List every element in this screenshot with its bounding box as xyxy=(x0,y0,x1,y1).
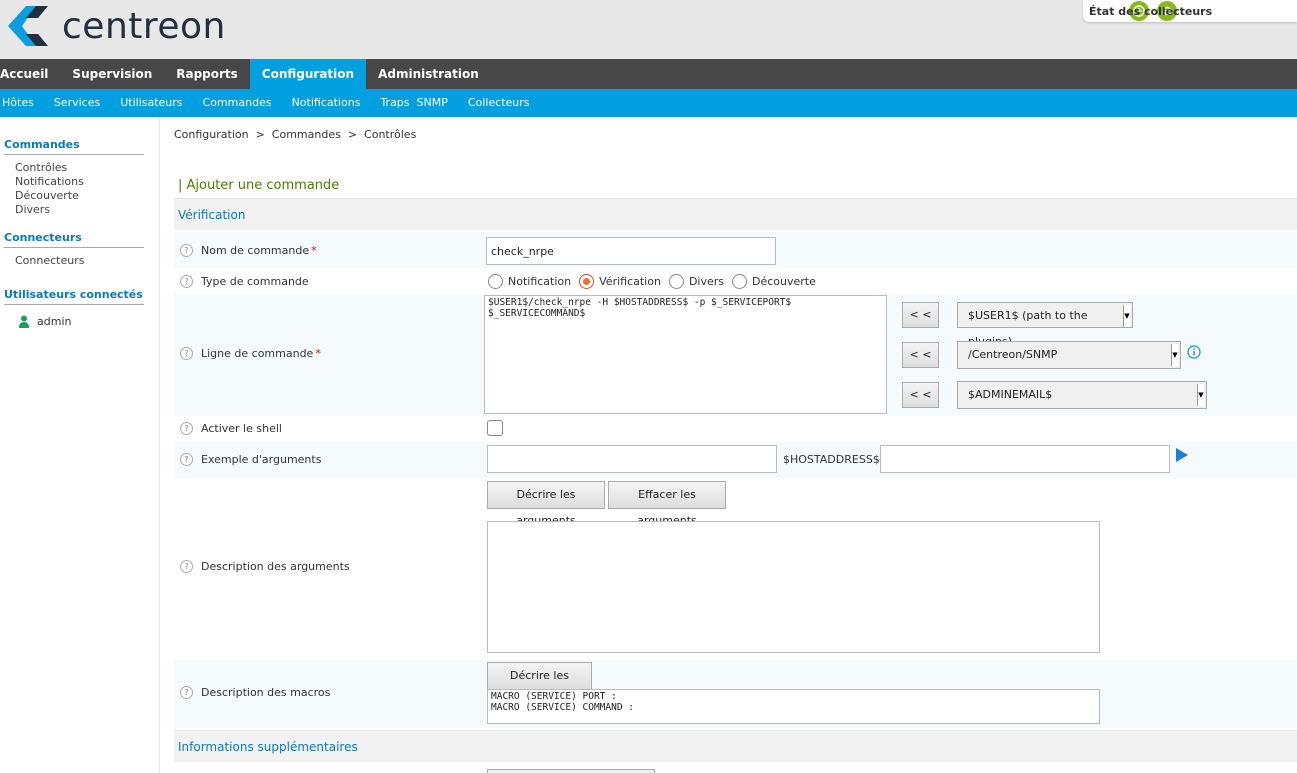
subnav-collecteurs[interactable]: Collecteurs xyxy=(458,89,540,117)
row-command-type: ? Type de commande Notification Vérifica… xyxy=(174,268,1297,294)
section-extra-info: Informations supplémentaires xyxy=(174,730,1297,762)
centreon-logo[interactable]: centreon xyxy=(4,4,226,48)
args-description-label: ? Description des arguments xyxy=(180,560,350,573)
radio-button-selected[interactable] xyxy=(579,274,595,289)
sidebar-item-decouverte[interactable]: Découverte xyxy=(15,189,159,203)
args-description-textarea[interactable] xyxy=(487,521,1100,653)
subnav-notifications[interactable]: Notifications xyxy=(282,89,371,117)
radio-verification[interactable]: Vérification xyxy=(579,274,661,289)
header: centreon État des collecteurs xyxy=(0,0,1297,59)
args-example-input[interactable] xyxy=(487,445,777,473)
command-line-textarea[interactable]: $USER1$/check_nrpe -H $HOSTADDRESS$ -p $… xyxy=(484,295,887,414)
sidebar-item-controles[interactable]: Contrôles xyxy=(15,161,159,175)
section-verification: Vérification xyxy=(174,198,1297,230)
connected-user: admin xyxy=(18,315,159,328)
required-mark: * xyxy=(311,244,317,257)
command-name-input[interactable] xyxy=(486,237,776,265)
macros-description-label: ? Description des macros xyxy=(180,686,330,699)
main-nav: Accueil Supervision Rapports Configurati… xyxy=(0,59,1297,89)
sidebar: Commandes Contrôles Notifications Découv… xyxy=(0,117,160,773)
chevron-down-icon: ▼ xyxy=(1123,305,1130,327)
chevron-down-icon: ▼ xyxy=(1197,384,1204,406)
insert-user-macro-button[interactable]: < < xyxy=(902,302,939,328)
page-title: | Ajouter une commande xyxy=(178,178,340,193)
connected-user-name: admin xyxy=(37,315,72,328)
required-mark: * xyxy=(315,347,321,360)
chevron-down-icon: ▼ xyxy=(1171,344,1178,366)
help-icon[interactable]: ? xyxy=(180,244,193,257)
help-icon[interactable]: ? xyxy=(180,560,193,573)
plugin-select[interactable]: /Centreon/SNMP ▼ xyxy=(957,341,1181,369)
args-example-label: ? Exemple d'arguments xyxy=(180,453,321,466)
radio-button[interactable] xyxy=(488,274,503,289)
nav-rapports[interactable]: Rapports xyxy=(164,59,250,89)
poller-status-label: État des collecteurs xyxy=(1089,4,1213,18)
help-icon[interactable]: ? xyxy=(180,275,193,288)
row-macros-description: Décrire les marcros ? Description des ma… xyxy=(174,660,1297,728)
sidebar-heading-users: Utilisateurs connectés xyxy=(4,288,144,305)
centreon-c-icon xyxy=(8,6,48,46)
subnav-commandes[interactable]: Commandes xyxy=(193,89,282,117)
enable-shell-checkbox[interactable] xyxy=(487,420,503,436)
user-icon xyxy=(19,315,29,328)
sidebar-heading-connecteurs: Connecteurs xyxy=(4,231,144,248)
clear-args-button[interactable]: Effacer les arguments xyxy=(608,481,726,527)
help-icon[interactable]: ? xyxy=(180,686,193,699)
sidebar-heading-commandes: Commandes xyxy=(4,138,144,155)
command-type-label: ? Type de commande xyxy=(180,275,309,288)
hostaddress-label: $HOSTADDRESS$ xyxy=(783,453,880,466)
help-icon[interactable]: ? xyxy=(180,347,193,360)
brand-name: centreon xyxy=(62,5,226,47)
macros-description-textarea[interactable]: MACRO (SERVICE) PORT : MACRO (SERVICE) C… xyxy=(487,689,1100,724)
user-macro-select[interactable]: $USER1$ (path to the plugins)▼ xyxy=(957,302,1133,348)
info-icon[interactable] xyxy=(1187,345,1201,359)
sub-nav: Hôtes Services Utilisateurs Commandes No… xyxy=(0,89,1297,117)
row-args-example: ? Exemple d'arguments $HOSTADDRESS$ xyxy=(174,442,1297,478)
nav-configuration[interactable]: Configuration xyxy=(249,59,367,89)
resource-macro-select[interactable]: $ADMINEMAIL$ ▼ xyxy=(957,381,1207,409)
sidebar-item-divers[interactable]: Divers xyxy=(15,203,159,217)
enable-shell-label: ? Activer le shell xyxy=(180,422,282,435)
radio-button[interactable] xyxy=(732,274,747,289)
breadcrumb: Configuration > Commandes > Contrôles xyxy=(174,128,417,141)
insert-resource-macro-button[interactable]: < < xyxy=(902,382,939,408)
command-line-label: ? Ligne de commande * xyxy=(180,347,321,360)
command-type-radios: Notification Vérification Divers Découve… xyxy=(488,274,824,289)
nav-accueil[interactable]: Accueil xyxy=(0,59,60,89)
command-name-label: ? Nom de commande * xyxy=(180,244,317,257)
hostaddress-input[interactable] xyxy=(880,445,1170,473)
radio-decouverte[interactable]: Découverte xyxy=(732,274,816,289)
sidebar-item-connecteurs[interactable]: Connecteurs xyxy=(15,254,159,268)
describe-macros-button[interactable]: Décrire les marcros xyxy=(487,662,592,708)
help-icon[interactable]: ? xyxy=(180,453,193,466)
extra-select[interactable] xyxy=(487,769,655,773)
sidebar-item-notifications[interactable]: Notifications xyxy=(15,175,159,189)
poller-status: État des collecteurs xyxy=(1083,0,1297,22)
row-extra-first xyxy=(174,762,1297,773)
row-command-name: ? Nom de commande * xyxy=(174,232,1297,268)
subnav-hotes[interactable]: Hôtes xyxy=(0,89,44,117)
describe-args-button[interactable]: Décrire les arguments xyxy=(487,481,605,527)
subnav-utilisateurs[interactable]: Utilisateurs xyxy=(110,89,192,117)
radio-notification[interactable]: Notification xyxy=(488,274,571,289)
play-icon[interactable] xyxy=(1175,448,1188,462)
subnav-traps-snmp[interactable]: Traps SNMP xyxy=(370,89,457,117)
nav-supervision[interactable]: Supervision xyxy=(60,59,164,89)
radio-button[interactable] xyxy=(668,274,684,289)
subnav-services[interactable]: Services xyxy=(44,89,110,117)
insert-plugin-button[interactable]: < < xyxy=(902,342,939,368)
nav-administration[interactable]: Administration xyxy=(366,59,491,89)
help-icon[interactable]: ? xyxy=(180,422,193,435)
row-enable-shell: ? Activer le shell xyxy=(174,416,1297,442)
row-args-description: Décrire les arguments Effacer les argume… xyxy=(174,478,1297,660)
radio-divers[interactable]: Divers xyxy=(668,274,724,289)
row-command-line: ? Ligne de commande * $USER1$/check_nrpe … xyxy=(174,294,1297,416)
